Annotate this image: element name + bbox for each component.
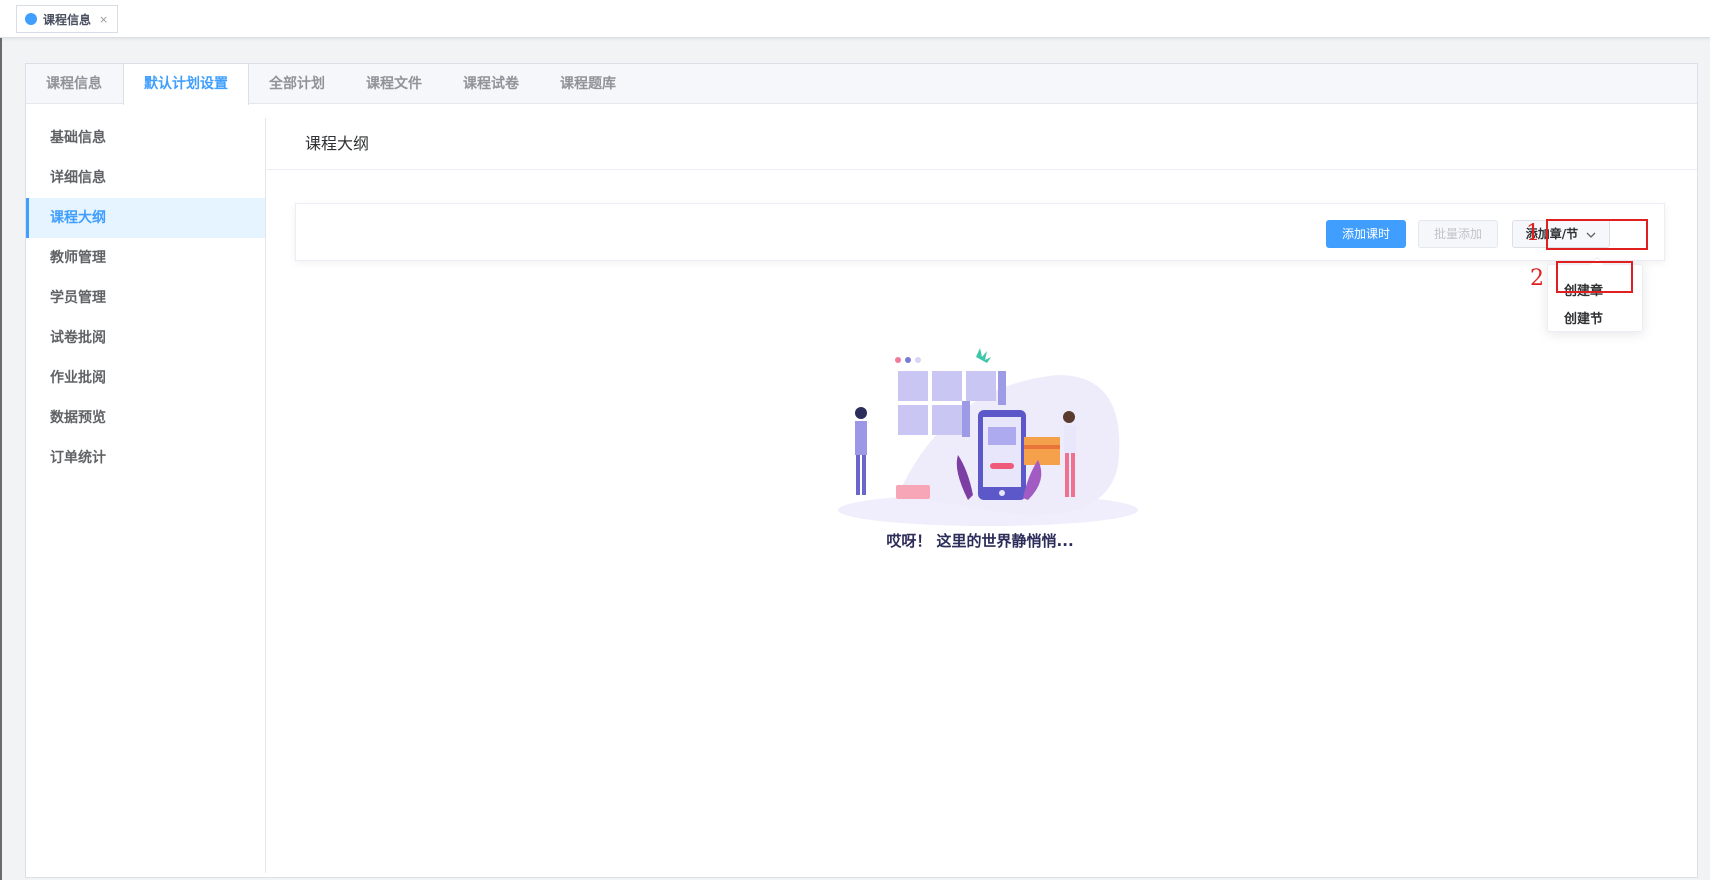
window-left-border [0, 0, 2, 880]
tab-course-files[interactable]: 课程文件 [346, 64, 443, 104]
tags-view-bar: 课程信息 × [0, 0, 1710, 38]
action-toolbar: 添加课时 批量添加 添加章/节 [295, 203, 1665, 261]
sidebar-item-syllabus[interactable]: 课程大纲 [26, 198, 265, 238]
sidebar-item-paper-review[interactable]: 试卷批阅 [26, 318, 265, 358]
active-dot-icon [25, 13, 37, 25]
tag-course-info[interactable]: 课程信息 × [16, 5, 118, 33]
sidebar-item-detail-info[interactable]: 详细信息 [26, 158, 265, 198]
tab-course-info[interactable]: 课程信息 [26, 64, 123, 104]
annotation-number-1: 1 [1526, 221, 1540, 246]
tab-bar: 课程信息 默认计划设置 全部计划 课程文件 课程试卷 课程题库 [26, 64, 1697, 105]
tab-course-papers[interactable]: 课程试卷 [443, 64, 540, 104]
empty-state-illustration [838, 348, 1138, 526]
empty-state-text: 哎呀！ 这里的世界静悄悄... [886, 532, 1074, 550]
annotation-number-2: 2 [1530, 266, 1544, 291]
annotation-box-2 [1556, 261, 1633, 293]
sidebar-item-teachers[interactable]: 教师管理 [26, 238, 265, 278]
sidebar-item-data-preview[interactable]: 数据预览 [26, 398, 265, 438]
sidebar-item-students[interactable]: 学员管理 [26, 278, 265, 318]
dropdown-item-create-section[interactable]: 创建节 [1564, 308, 1603, 327]
tab-all-plans[interactable]: 全部计划 [249, 64, 346, 104]
sidebar-item-basic-info[interactable]: 基础信息 [26, 118, 265, 158]
batch-add-button: 批量添加 [1418, 220, 1498, 248]
sidebar-item-order-stats[interactable]: 订单统计 [26, 438, 265, 478]
tab-question-bank[interactable]: 课程题库 [540, 64, 637, 104]
add-lesson-button[interactable]: 添加课时 [1326, 220, 1406, 248]
sidebar-item-homework-review[interactable]: 作业批阅 [26, 358, 265, 398]
annotation-box-1 [1546, 219, 1648, 250]
tag-label: 课程信息 [43, 12, 92, 27]
page-title: 课程大纲 [267, 118, 1697, 170]
sidebar-menu: 基础信息 详细信息 课程大纲 教师管理 学员管理 试卷批阅 作业批阅 数据预览 … [26, 118, 266, 873]
tab-default-plan-settings[interactable]: 默认计划设置 [123, 64, 249, 105]
close-icon[interactable]: × [99, 13, 108, 26]
